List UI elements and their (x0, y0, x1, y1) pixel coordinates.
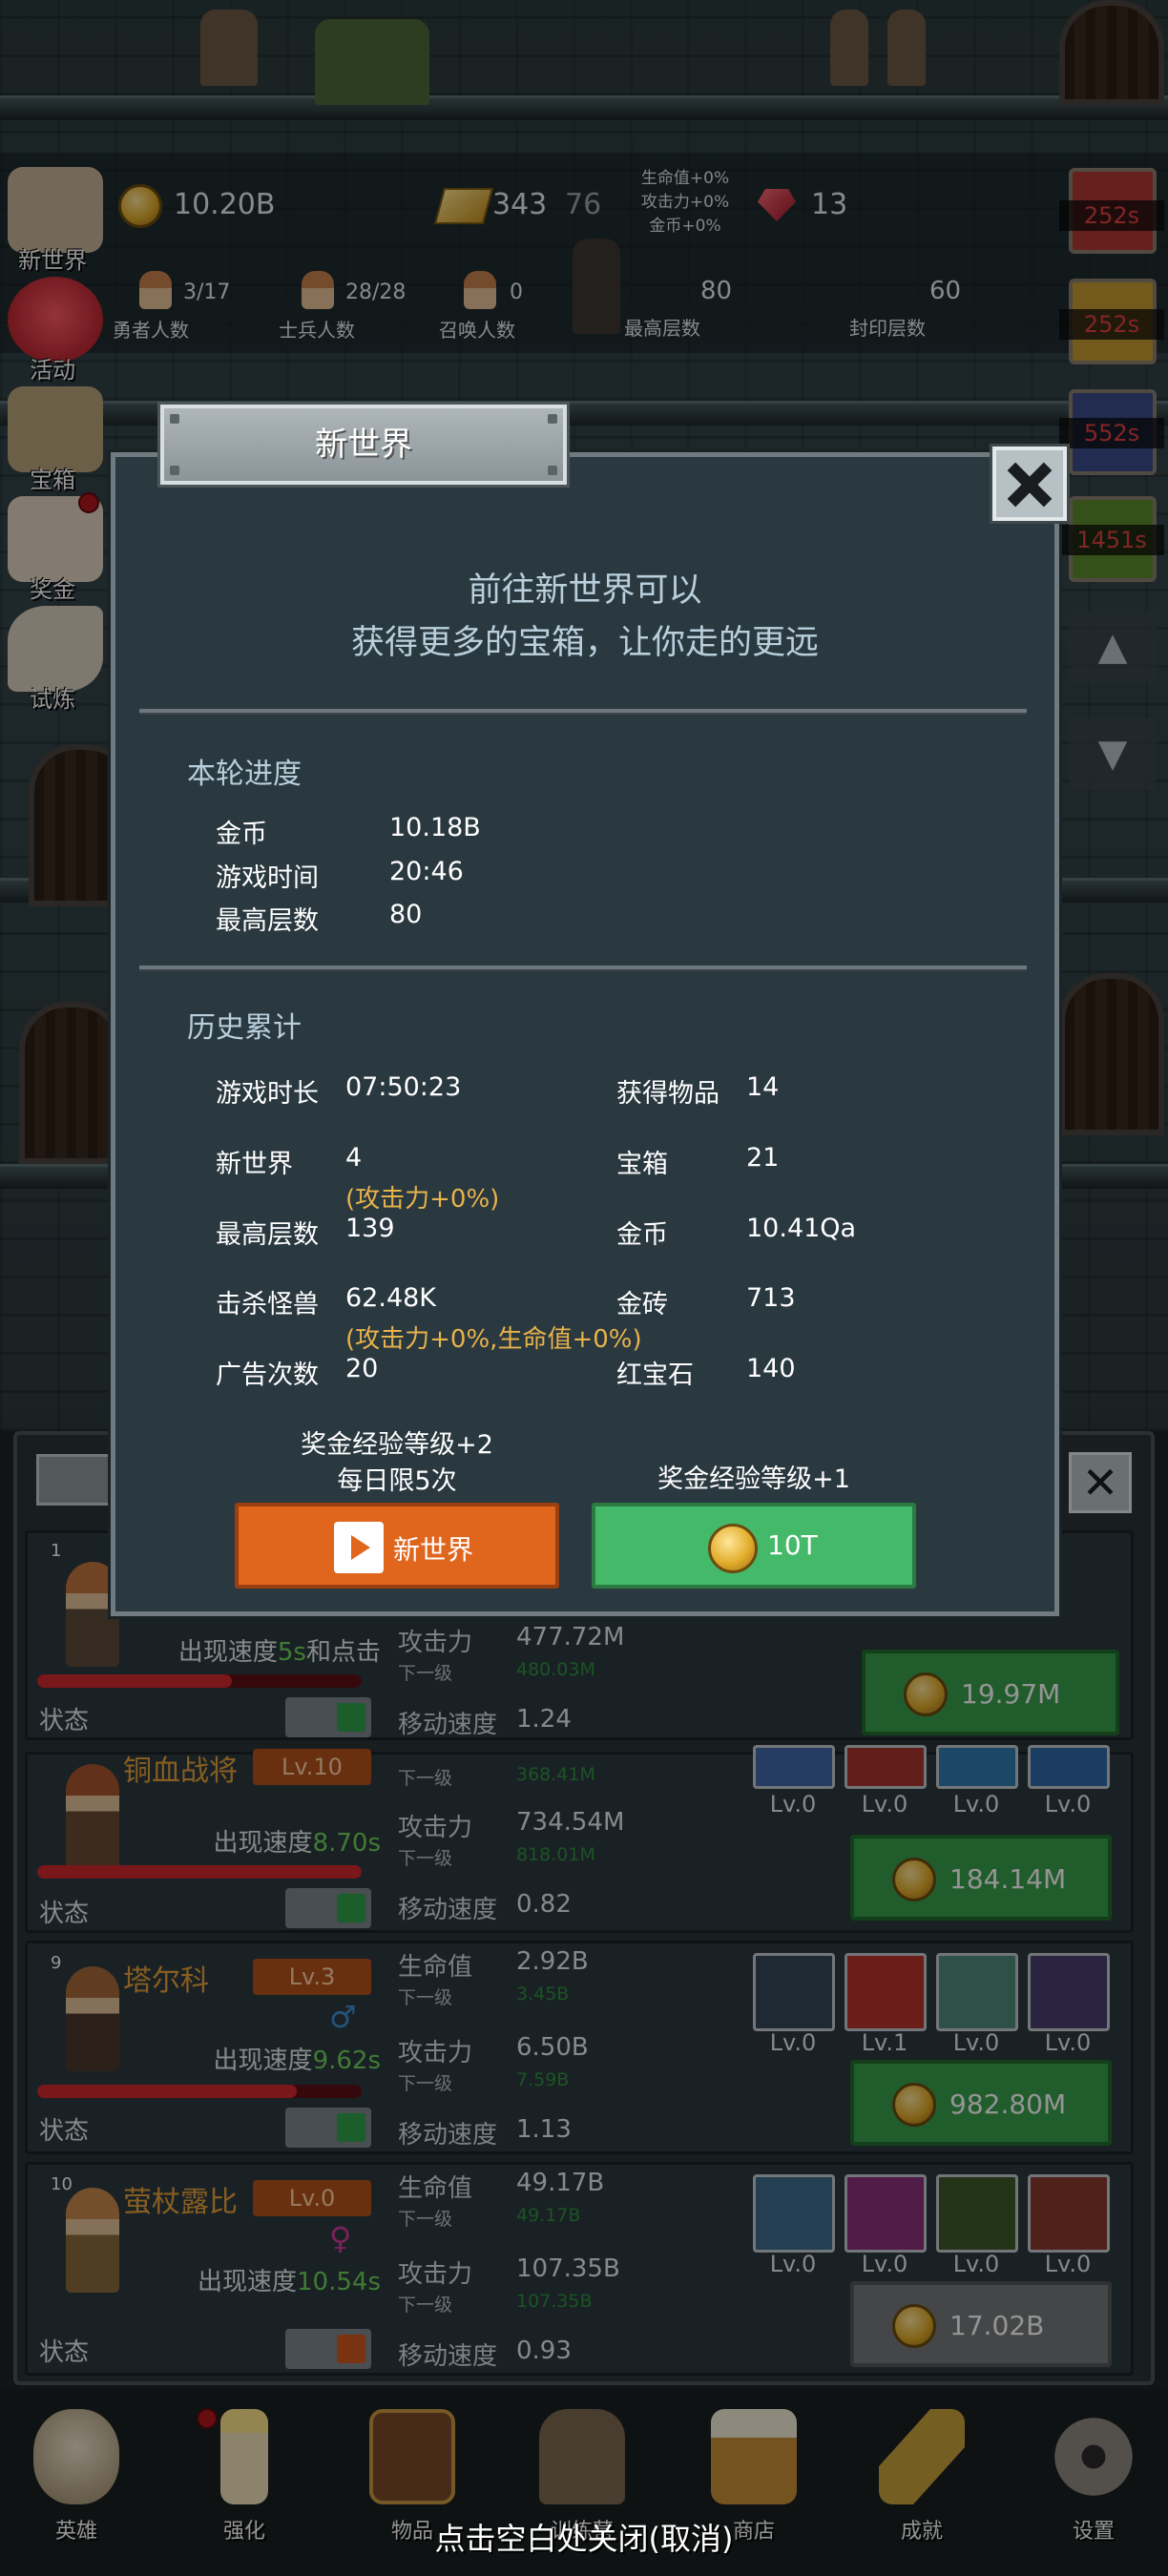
new-world-ad-button[interactable]: 新世界 (235, 1503, 559, 1589)
new-world-ad-label: 新世界 (393, 1534, 474, 1566)
history-kills-label: 击杀怪兽 (216, 1290, 319, 1319)
dialog-title: 新世界 (157, 402, 570, 488)
history-playtime-label: 游戏时长 (216, 1079, 319, 1109)
history-ads-label: 广告次数 (216, 1361, 319, 1390)
current-gold-label: 金币 (216, 820, 267, 849)
history-kills-bonus: (攻击力+0%,生命值+0%) (345, 1325, 642, 1354)
history-new-world-value: 4 (345, 1143, 363, 1173)
rivet (548, 466, 557, 475)
history-new-world-bonus: (攻击力+0%) (345, 1185, 500, 1214)
close-hint: 点击空白处关闭(取消) (434, 2521, 734, 2557)
history-gold-label: 金币 (616, 1220, 668, 1250)
history-items-value: 14 (746, 1072, 780, 1102)
dialog-title-text: 新世界 (315, 426, 412, 464)
current-progress-title: 本轮进度 (187, 758, 302, 791)
new-world-gold-cost: 10T (767, 1529, 818, 1561)
rivet (170, 466, 179, 475)
history-gold-value: 10.41Qa (746, 1214, 857, 1243)
history-new-world-label: 新世界 (216, 1150, 293, 1179)
history-playtime-value: 07:50:23 (345, 1072, 462, 1102)
history-max-floor-label: 最高层数 (216, 1220, 319, 1250)
current-gold-value: 10.18B (389, 813, 481, 842)
history-ruby-label: 红宝石 (616, 1361, 694, 1390)
divider (139, 709, 1027, 715)
history-chest-value: 21 (746, 1143, 780, 1173)
history-title: 历史累计 (187, 1011, 302, 1045)
gold-reward-note: 奖金经验等级+1 (657, 1465, 850, 1494)
history-ruby-value: 140 (746, 1354, 796, 1383)
rivet (170, 414, 179, 424)
coin-icon (708, 1524, 758, 1573)
history-gold-brick-label: 金砖 (616, 1290, 668, 1319)
history-items-label: 获得物品 (616, 1079, 720, 1109)
history-ads-value: 20 (345, 1354, 379, 1383)
history-kills-value: 62.48K (345, 1283, 437, 1313)
dialog-close-button[interactable] (990, 444, 1070, 524)
current-floor-value: 80 (389, 900, 423, 929)
history-chest-label: 宝箱 (616, 1150, 668, 1179)
history-gold-brick-value: 713 (746, 1283, 796, 1313)
divider (139, 966, 1027, 971)
current-time-value: 20:46 (389, 857, 464, 886)
current-time-label: 游戏时间 (216, 863, 319, 893)
video-play-icon (334, 1522, 384, 1573)
new-world-gold-button[interactable]: 10T (592, 1503, 916, 1589)
current-floor-label: 最高层数 (216, 906, 319, 936)
rivet (548, 414, 557, 424)
ad-reward-note: 奖金经验等级+2 (301, 1430, 493, 1460)
history-max-floor-value: 139 (345, 1214, 395, 1243)
dialog-subtitle-line2: 获得更多的宝箱，让你走的更远 (350, 624, 819, 662)
dialog-subtitle-line1: 前往新世界可以 (468, 571, 702, 610)
ad-daily-limit: 每日限5次 (337, 1466, 457, 1496)
